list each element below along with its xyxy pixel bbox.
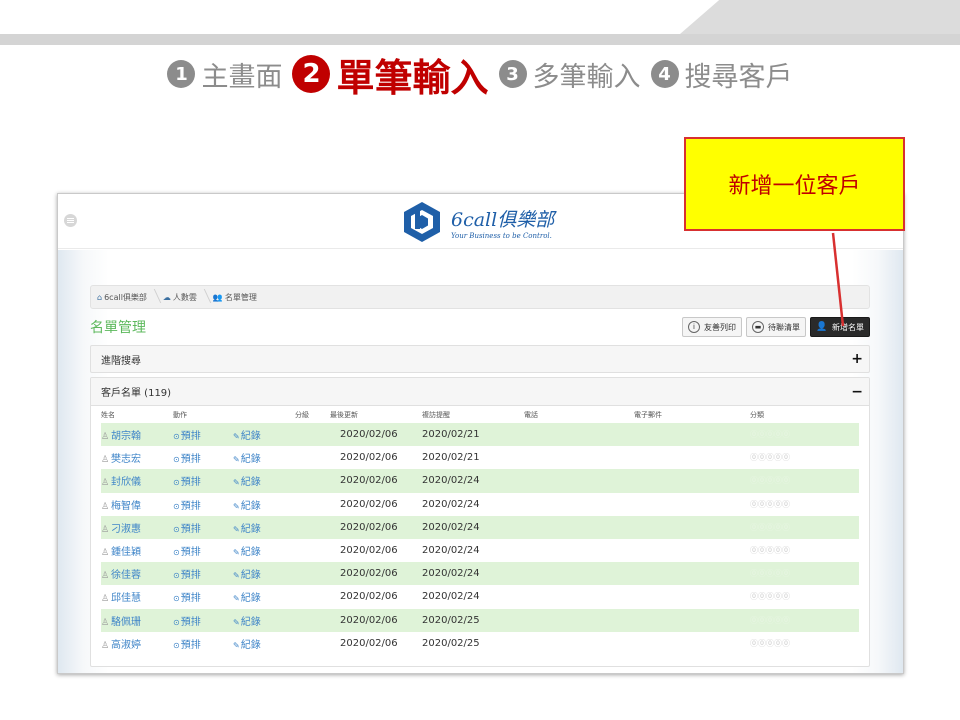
slide: 1 主畫面 2 單筆輸入 3 多筆輸入 4 搜尋客戶 6call俱樂部 Your… xyxy=(0,0,960,720)
callout-arrow xyxy=(831,232,845,327)
